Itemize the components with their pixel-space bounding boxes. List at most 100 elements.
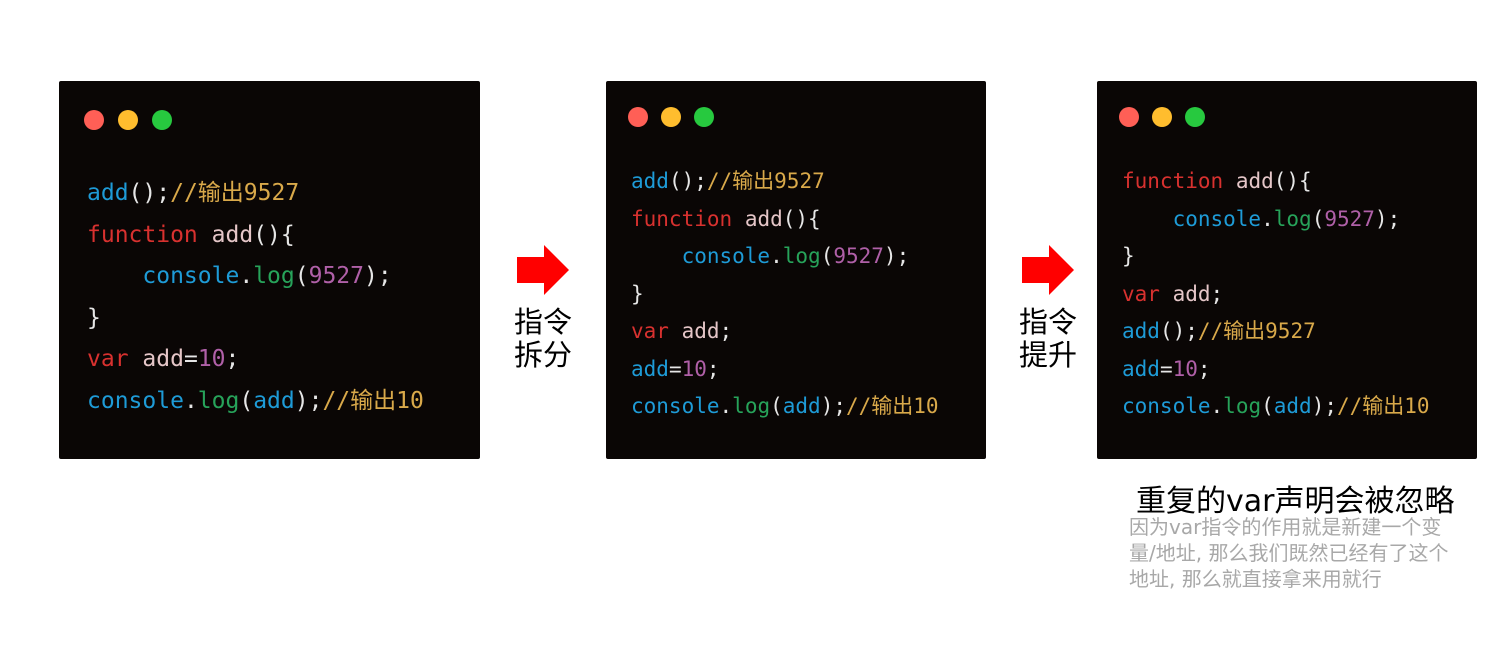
code-line: function add(){: [631, 201, 939, 239]
code-token-punct: ;: [706, 356, 720, 381]
code-line: console.log(9527);: [631, 238, 939, 276]
code-line: add();//输出9527: [1122, 313, 1430, 351]
code-token-punct: (: [239, 387, 254, 414]
code-token-punct: [631, 244, 682, 268]
code-token-punct: ;: [1197, 356, 1211, 381]
code-token-ident: console: [1122, 394, 1211, 418]
code-line: }: [1122, 238, 1430, 276]
code-token-var: add: [142, 346, 184, 373]
caption-body: 因为var指令的作用就是新建一个变量/地址, 那么我们既然已经有了这个地址, 那…: [1129, 515, 1449, 591]
code-token-punct: [87, 263, 142, 289]
code-token-keyword: var: [1122, 281, 1160, 306]
code-token-punct: [129, 346, 143, 372]
code-token-number: 9527: [308, 263, 364, 290]
code-token-ident: add: [87, 180, 129, 206]
code-token-comment: //输出10: [846, 394, 939, 418]
code-token-ident: add: [782, 394, 821, 418]
code-token-punct: (){: [1273, 169, 1312, 193]
code-token-punct: ;: [225, 346, 240, 373]
code-token-ident: add: [1273, 394, 1312, 418]
minimize-dot-icon: [118, 110, 138, 130]
arrow-label-line: 提升: [1018, 338, 1077, 372]
code-token-punct: ();: [1159, 319, 1198, 343]
code-token-comment: //输出10: [1337, 394, 1430, 418]
maximize-dot-icon: [694, 107, 714, 127]
code-token-punct: );: [1374, 206, 1401, 231]
code-token-ident: add: [631, 169, 669, 193]
code-line: var add;: [1122, 276, 1430, 314]
code-token-ident: add: [631, 356, 669, 381]
code-token-method: log: [782, 244, 821, 268]
code-token-number: 9527: [833, 244, 884, 268]
code-token-number: 10: [1172, 356, 1198, 381]
code-token-number: 10: [197, 346, 226, 373]
code-line: console.log(9527);: [87, 256, 424, 298]
code-token-fname: add: [211, 221, 254, 248]
code-block: function add(){ console.log(9527);} var a…: [1122, 163, 1430, 426]
code-token-comment: //输出9527: [706, 169, 825, 193]
code-token-ident: add: [1122, 356, 1160, 381]
code-token-number: 9527: [1324, 206, 1375, 231]
code-token-method: log: [732, 394, 771, 418]
code-panel-original: add();//输出9527 function add(){ console.lo…: [59, 81, 480, 459]
code-token-punct: =: [183, 346, 198, 373]
code-token-ident: add: [253, 387, 295, 414]
code-token-method: log: [197, 387, 240, 414]
code-line: function add(){: [87, 215, 424, 257]
code-token-punct: );: [883, 244, 910, 268]
code-token-punct: .: [770, 244, 783, 268]
close-dot-icon: [628, 107, 648, 127]
arrow-label-line: 指令: [1018, 305, 1077, 339]
window-controls: [1119, 107, 1205, 127]
code-token-punct: ();: [128, 180, 171, 206]
code-token-keyword: function: [631, 206, 733, 231]
code-token-var: add: [681, 319, 720, 343]
code-token-var: add: [1172, 281, 1211, 306]
code-token-punct: [1122, 207, 1173, 231]
right-arrow-icon: [517, 245, 569, 295]
code-line: add();//输出9527: [87, 173, 424, 215]
code-token-keyword: function: [1122, 169, 1224, 193]
code-token-punct: .: [719, 394, 733, 418]
code-token-method: log: [1273, 206, 1312, 231]
code-line: add=10;: [1122, 351, 1430, 389]
code-token-ident: console: [1172, 206, 1262, 231]
code-line: console.log(add);//输出10: [1122, 388, 1430, 426]
code-line: }: [87, 298, 424, 340]
code-token-number: 10: [681, 356, 707, 381]
code-token-method: log: [253, 263, 295, 290]
code-line: function add(){: [1122, 163, 1430, 201]
code-block: add();//输出9527 function add(){ console.lo…: [631, 163, 939, 426]
code-token-comment: //输出9527: [1197, 319, 1316, 343]
code-token-punct: .: [239, 263, 254, 290]
minimize-dot-icon: [661, 107, 681, 127]
code-token-punct: );: [820, 394, 846, 418]
code-token-method: log: [1223, 394, 1262, 418]
code-token-punct: }: [87, 304, 101, 331]
code-line: }: [631, 276, 939, 314]
window-controls: [84, 110, 172, 130]
code-token-punct: [669, 319, 682, 343]
code-block: add();//输出9527 function add(){ console.lo…: [87, 173, 424, 423]
window-controls: [628, 107, 714, 127]
code-token-punct: (: [294, 263, 309, 290]
code-token-punct: (: [770, 394, 783, 418]
code-token-comment: //输出10: [322, 387, 424, 414]
code-token-punct: }: [1122, 244, 1135, 268]
code-token-punct: [1223, 169, 1236, 193]
minimize-dot-icon: [1152, 107, 1172, 127]
close-dot-icon: [1119, 107, 1139, 127]
code-token-punct: .: [1210, 394, 1224, 418]
code-token-punct: }: [631, 281, 644, 306]
code-token-punct: (: [1311, 206, 1325, 231]
code-panel-split: add();//输出9527 function add(){ console.lo…: [606, 81, 986, 459]
code-token-ident: add: [1122, 319, 1160, 343]
code-line: var add=10;: [87, 339, 424, 381]
code-token-punct: =: [1159, 356, 1173, 381]
code-token-keyword: var: [87, 346, 129, 373]
code-token-punct: ;: [1210, 281, 1224, 306]
code-token-punct: [732, 207, 745, 231]
code-token-ident: console: [631, 394, 720, 418]
code-token-punct: .: [183, 387, 198, 414]
arrow-label-split: 指令 拆分: [511, 306, 575, 372]
